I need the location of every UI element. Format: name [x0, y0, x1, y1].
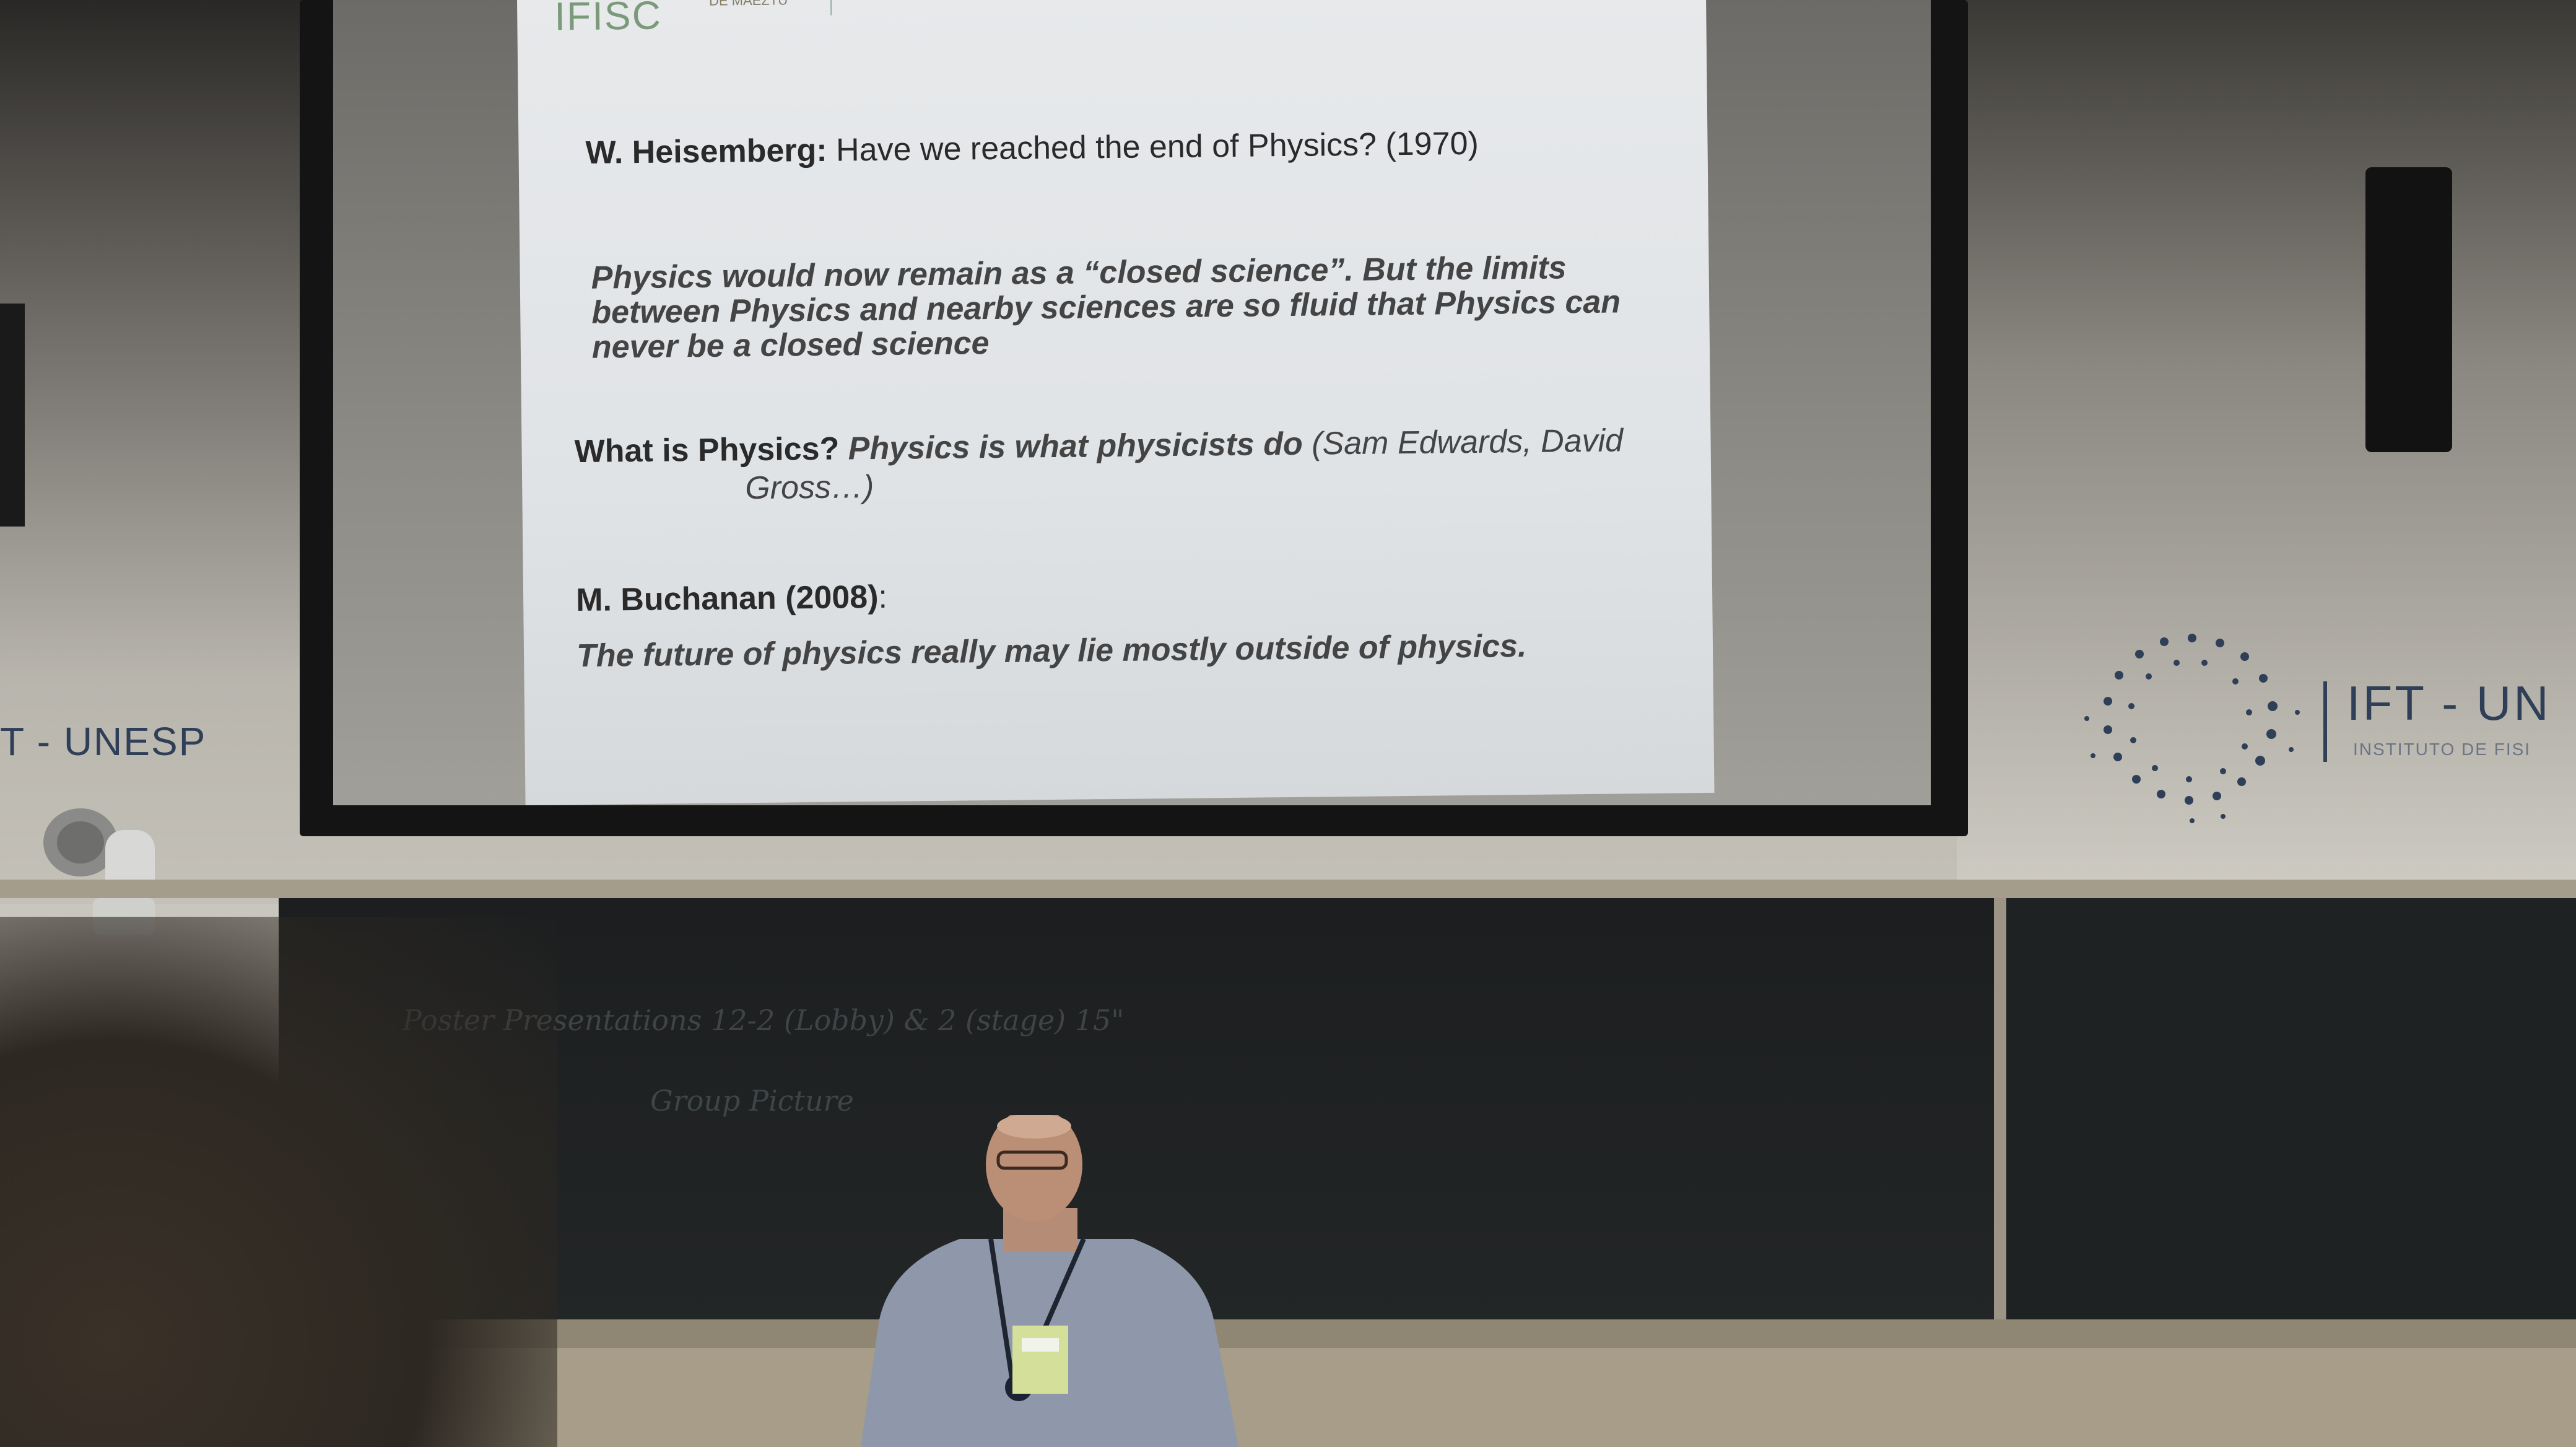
ift-banner-divider	[2323, 681, 2327, 762]
whatis-citation-cont: Gross…)	[744, 469, 874, 507]
ift-unesp-banner-right-sub: INSTITUTO DE FISI	[2353, 740, 2531, 759]
left-wall-fixture	[0, 304, 25, 527]
whatis-line: What is Physics? Physics is what physici…	[574, 422, 1623, 470]
buchanan-line: M. Buchanan (2008):	[576, 579, 887, 619]
chalk-line-2: Group Picture	[650, 1084, 854, 1117]
maeztu-logo-text: DE MAEZTU	[708, 0, 788, 9]
heisenberg-line: W. Heisemberg: Have we reached the end o…	[585, 125, 1479, 172]
ift-dot-logo-icon	[2084, 634, 2300, 823]
ift-unesp-banner-left: T - UNESP	[0, 719, 207, 764]
buchanan-colon: :	[878, 579, 888, 615]
ift-unesp-banner-right: IFT - UN	[2347, 676, 2551, 730]
logo-divider	[830, 0, 832, 15]
lecture-hall-scene: IFISC DE MAEZTU W. Heisemberg: Have we r…	[0, 0, 2576, 1447]
heisenberg-text: Have we reached the end of Physics? (197…	[835, 125, 1479, 168]
presentation-slide: IFISC DE MAEZTU W. Heisemberg: Have we r…	[517, 0, 1715, 805]
heisenberg-name: W. Heisemberg:	[585, 132, 827, 171]
board-divider	[1994, 898, 2006, 1381]
quote-line-3: never be a closed science	[591, 325, 990, 365]
buchanan-name: M. Buchanan (2008)	[575, 579, 879, 619]
buchanan-quote: The future of physics really may lie mos…	[576, 627, 1527, 675]
board-top-rail	[0, 880, 2576, 898]
speaker-person	[861, 1115, 1238, 1447]
whatis-label: What is Physics?	[574, 431, 840, 470]
whatis-citation: (Sam Edwards, David	[1311, 422, 1624, 462]
wall-speaker	[2365, 167, 2452, 452]
foreground-blur	[0, 917, 557, 1447]
blackboard-right	[2006, 898, 2576, 1381]
ifisc-logo: IFISC	[554, 0, 663, 39]
whatis-answer: Physics is what physicists do	[848, 426, 1303, 467]
